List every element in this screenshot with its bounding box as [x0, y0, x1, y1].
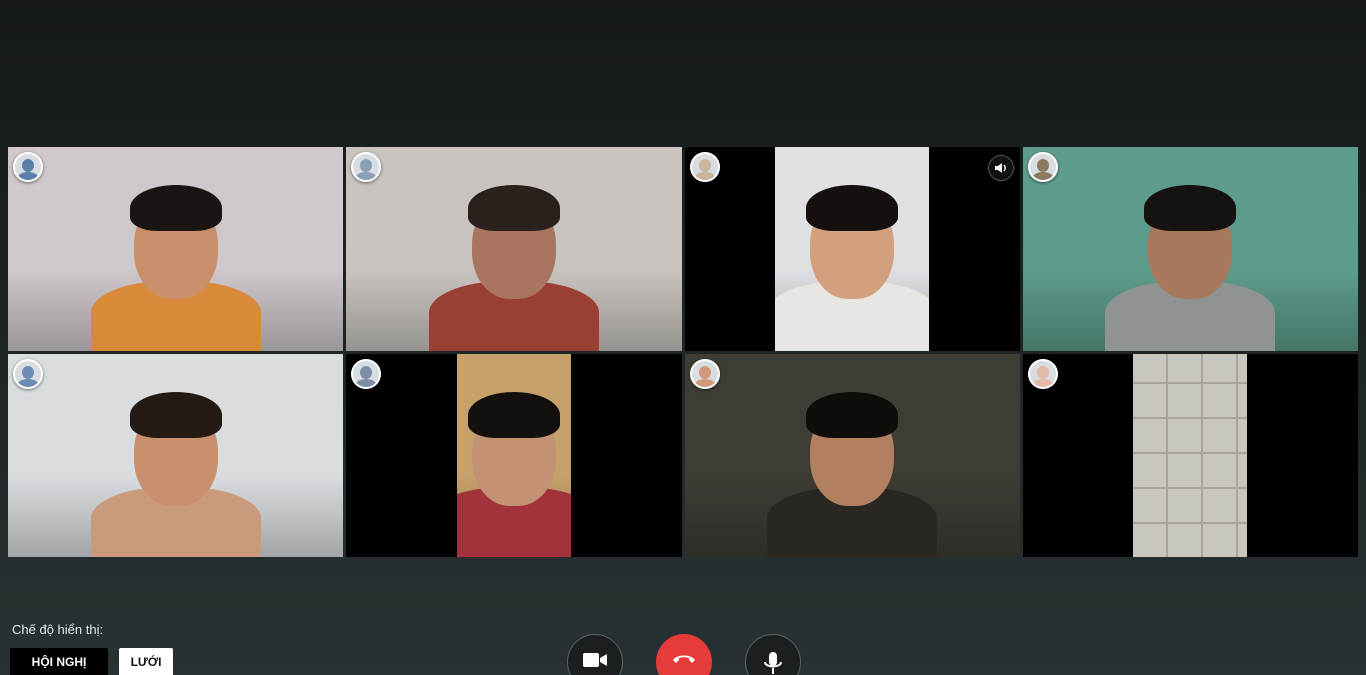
video-feed: [1022, 147, 1358, 351]
microphone-toggle-button[interactable]: [745, 634, 801, 675]
participant-avatar: [13, 152, 43, 182]
video-tile-2[interactable]: [346, 147, 682, 351]
video-tile-3[interactable]: [684, 147, 1020, 351]
conference-mode-button[interactable]: HỘI NGHỊ: [10, 648, 108, 675]
participant-avatar: [351, 152, 382, 182]
participant-video: [456, 354, 571, 557]
speaker-volume-icon: [987, 155, 1014, 181]
video-feed: [775, 147, 930, 351]
video-tile-1[interactable]: [8, 147, 344, 351]
video-feed: [8, 147, 344, 351]
video-tile-4[interactable]: [1022, 147, 1358, 351]
grid-mode-button[interactable]: LƯỚI: [119, 648, 173, 675]
participant-avatar: [13, 358, 43, 389]
participant-video: [76, 147, 276, 351]
participant-avatar: [351, 358, 382, 389]
video-tile-6[interactable]: [346, 353, 682, 557]
camera-toggle-button[interactable]: [567, 634, 623, 675]
video-tile-7[interactable]: [684, 353, 1020, 557]
participant-avatar: [689, 358, 720, 389]
participant-video: [414, 147, 614, 351]
participant-video: [1090, 147, 1290, 351]
display-mode-label: Chế độ hiển thị:: [12, 622, 104, 637]
video-feed: [456, 353, 571, 557]
video-tile-8[interactable]: [1022, 353, 1358, 557]
participant-avatar: [1027, 358, 1058, 389]
participant-avatar: [689, 152, 720, 182]
video-camera-icon: [582, 651, 608, 674]
video-feed: [1133, 353, 1248, 557]
video-grid: [8, 147, 1358, 557]
video-tile-5[interactable]: [8, 353, 344, 557]
participant-video: [775, 147, 930, 351]
microphone-icon: [762, 651, 784, 675]
phone-hangup-icon: [671, 650, 697, 673]
participant-video: [76, 354, 276, 557]
video-feed: [346, 147, 682, 351]
participant-avatar: [1027, 152, 1058, 182]
participant-video: [752, 354, 952, 557]
video-feed: [8, 353, 344, 557]
video-feed: [684, 353, 1020, 557]
end-call-button[interactable]: [656, 634, 712, 675]
